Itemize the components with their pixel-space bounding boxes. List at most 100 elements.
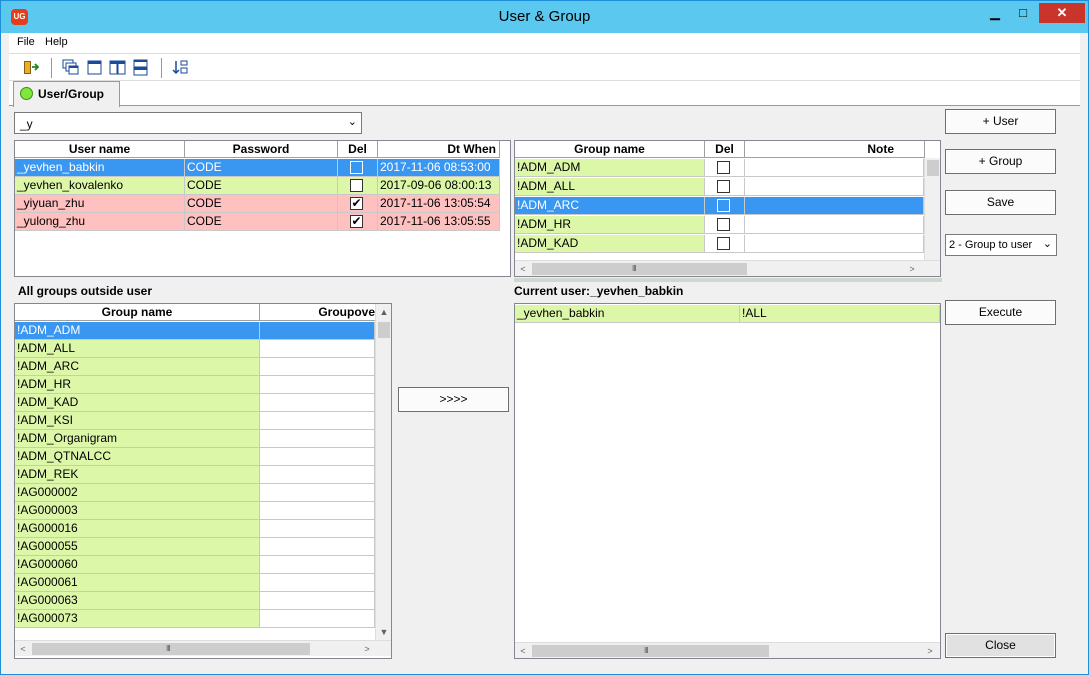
dt-when-cell[interactable]: 2017-09-06 08:00:13: [378, 177, 500, 195]
scroll-down-icon[interactable]: ▼: [376, 624, 391, 640]
outside-horizontal-scrollbar[interactable]: < III >: [15, 640, 391, 656]
note-cell[interactable]: [745, 216, 924, 234]
groupove-cell[interactable]: [260, 592, 375, 610]
current-group-cell[interactable]: !ALL: [740, 305, 940, 323]
cascade-windows-icon[interactable]: [62, 59, 79, 76]
add-group-button[interactable]: + Group: [945, 149, 1056, 174]
groupove-cell[interactable]: [260, 358, 375, 376]
group-name-cell[interactable]: !ADM_HR: [15, 376, 260, 394]
scroll-left-icon[interactable]: <: [15, 641, 31, 657]
groupove-cell[interactable]: [260, 484, 375, 502]
group-name-cell[interactable]: !ADM_ARC: [515, 197, 705, 215]
tab-user-group[interactable]: User/Group: [13, 81, 120, 107]
group-name-cell[interactable]: !AG000060: [15, 556, 260, 574]
groupove-cell[interactable]: [260, 412, 375, 430]
menu-help[interactable]: Help: [45, 36, 68, 48]
groups-vertical-scrollbar[interactable]: [924, 158, 940, 260]
group-name-cell[interactable]: !ADM_ADM: [515, 159, 705, 177]
scroll-left-icon[interactable]: <: [515, 261, 531, 276]
group-name-cell[interactable]: !ADM_ALL: [515, 178, 705, 196]
column-header-group-name[interactable]: Group name: [515, 141, 705, 158]
group-name-cell[interactable]: !ADM_Organigram: [15, 430, 260, 448]
menu-file[interactable]: File: [17, 36, 35, 48]
password-cell[interactable]: CODE: [185, 177, 338, 195]
close-button[interactable]: Close: [945, 633, 1056, 658]
group-name-cell[interactable]: !AG000061: [15, 574, 260, 592]
scroll-up-icon[interactable]: ▲: [376, 304, 391, 320]
close-window-button[interactable]: ✕: [1039, 3, 1085, 23]
groupove-cell[interactable]: [260, 574, 375, 592]
note-cell[interactable]: [745, 235, 924, 253]
scroll-thumb[interactable]: III: [32, 643, 310, 655]
group-name-cell[interactable]: !ADM_ARC: [15, 358, 260, 376]
minimize-button[interactable]: ▁: [982, 3, 1008, 23]
scroll-thumb[interactable]: [927, 160, 939, 176]
group-name-cell[interactable]: !ADM_ALL: [15, 340, 260, 358]
tile-horizontal-icon[interactable]: [132, 59, 149, 76]
title-bar[interactable]: UG User & Group ▁ □ ✕: [1, 1, 1088, 33]
scroll-right-icon[interactable]: >: [359, 641, 375, 657]
group-name-cell[interactable]: !AG000063: [15, 592, 260, 610]
user-name-cell[interactable]: _yevhen_kovalenko: [15, 177, 185, 195]
delete-checkbox[interactable]: [717, 180, 730, 193]
column-header-note[interactable]: Note: [745, 141, 925, 158]
group-name-cell[interactable]: !ADM_REK: [15, 466, 260, 484]
group-name-cell[interactable]: !ADM_HR: [515, 216, 705, 234]
groupove-cell[interactable]: [260, 520, 375, 538]
dt-when-cell[interactable]: 2017-11-06 13:05:54: [378, 195, 500, 213]
password-cell[interactable]: CODE: [185, 159, 338, 177]
current-user-cell[interactable]: _yevhen_babkin: [515, 305, 740, 323]
groupove-cell[interactable]: [260, 430, 375, 448]
note-cell[interactable]: [745, 178, 924, 196]
scroll-left-icon[interactable]: <: [515, 643, 531, 658]
tile-vertical-icon[interactable]: [109, 59, 126, 76]
outside-vertical-scrollbar[interactable]: ▲ ▼: [375, 304, 391, 640]
dt-when-cell[interactable]: 2017-11-06 08:53:00: [378, 159, 500, 177]
groupove-cell[interactable]: [260, 610, 375, 628]
group-name-cell[interactable]: !ADM_KAD: [15, 394, 260, 412]
group-name-cell[interactable]: !AG000055: [15, 538, 260, 556]
column-header-del[interactable]: Del: [705, 141, 745, 158]
column-header-group-name[interactable]: Group name: [15, 304, 260, 321]
password-cell[interactable]: CODE: [185, 213, 338, 231]
column-header-groupove[interactable]: Groupove: [260, 304, 376, 321]
groupove-cell[interactable]: [260, 340, 375, 358]
add-user-button[interactable]: + User: [945, 109, 1056, 134]
delete-checkbox[interactable]: ✔: [350, 215, 363, 228]
delete-checkbox[interactable]: ✔: [350, 197, 363, 210]
sort-icon[interactable]: [172, 59, 189, 76]
delete-checkbox[interactable]: [350, 179, 363, 192]
group-name-cell[interactable]: !ADM_QTNALCC: [15, 448, 260, 466]
group-name-cell[interactable]: !AG000016: [15, 520, 260, 538]
groupove-cell[interactable]: [260, 394, 375, 412]
delete-checkbox[interactable]: [717, 199, 730, 212]
column-header-user-name[interactable]: User name: [15, 141, 185, 158]
maximize-button[interactable]: □: [1010, 3, 1036, 23]
groupove-cell[interactable]: [260, 502, 375, 520]
group-name-cell[interactable]: !AG000003: [15, 502, 260, 520]
note-cell[interactable]: [745, 159, 924, 177]
exit-icon[interactable]: [22, 59, 39, 76]
note-cell[interactable]: [745, 197, 924, 215]
save-button[interactable]: Save: [945, 190, 1056, 215]
user-filter-combo[interactable]: _y ⌄: [14, 112, 362, 134]
groupove-cell[interactable]: [260, 538, 375, 556]
groupove-cell[interactable]: [260, 376, 375, 394]
column-header-del[interactable]: Del: [338, 141, 378, 158]
scroll-thumb[interactable]: III: [532, 263, 747, 275]
group-name-cell[interactable]: !ADM_KAD: [515, 235, 705, 253]
group-name-cell[interactable]: !AG000002: [15, 484, 260, 502]
group-name-cell[interactable]: !ADM_ADM: [15, 322, 260, 340]
mode-select[interactable]: 2 - Group to user ⌄: [945, 234, 1057, 256]
dt-when-cell[interactable]: 2017-11-06 13:05:55: [378, 213, 500, 231]
password-cell[interactable]: CODE: [185, 195, 338, 213]
groupove-cell[interactable]: [260, 322, 375, 340]
groupove-cell[interactable]: [260, 448, 375, 466]
execute-button[interactable]: Execute: [945, 300, 1056, 325]
scroll-thumb[interactable]: [378, 322, 390, 338]
single-window-icon[interactable]: [86, 59, 103, 76]
move-right-button[interactable]: >>>>: [398, 387, 509, 412]
column-header-dt-when[interactable]: Dt When: [378, 141, 500, 158]
user-name-cell[interactable]: _yulong_zhu: [15, 213, 185, 231]
delete-checkbox[interactable]: [717, 161, 730, 174]
